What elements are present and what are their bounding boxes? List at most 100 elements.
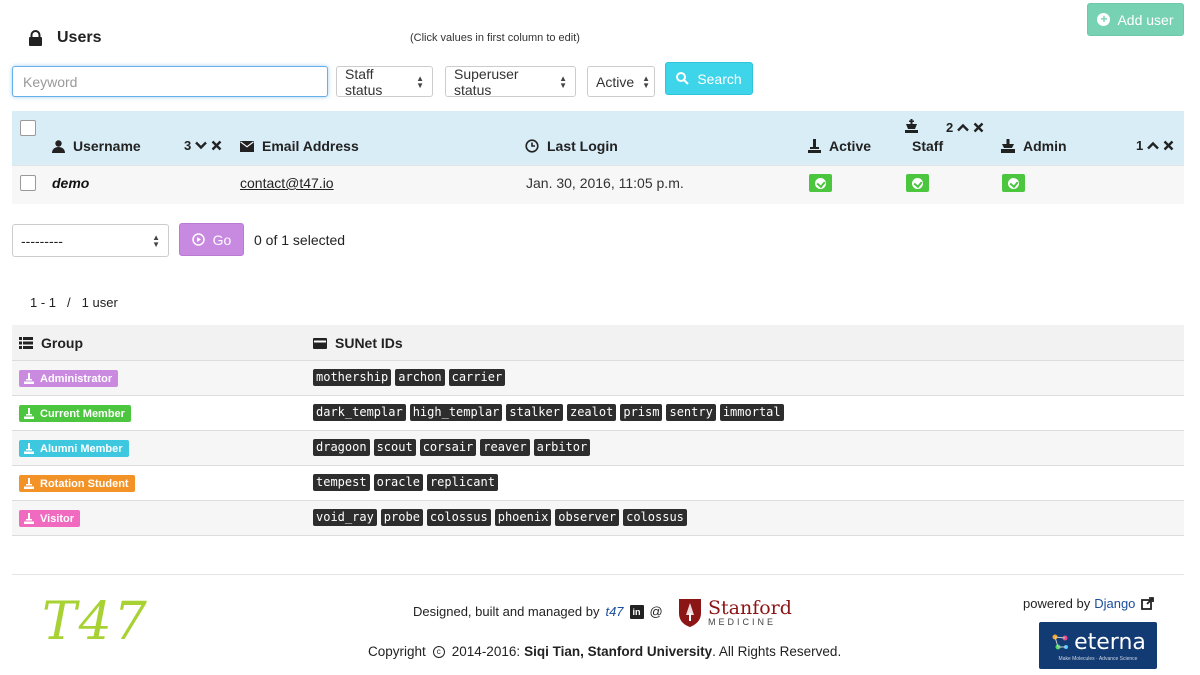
sunet-id-tag: reaver: [480, 439, 530, 456]
powered-by-line: powered by Django: [1023, 596, 1155, 611]
pawn-icon: [24, 478, 34, 489]
sunet-id-tag: corsair: [419, 439, 477, 456]
active-select[interactable]: Active ▲ ▼: [587, 66, 655, 97]
copyright-icon: c: [432, 645, 445, 658]
select-arrows-icon: ▲ ▼: [642, 73, 651, 90]
group-badge[interactable]: Rotation Student: [19, 475, 135, 492]
column-staff-label: Staff: [912, 138, 944, 154]
stanford-name: Stanford: [708, 597, 792, 619]
sunet-id-tag: archon: [395, 369, 445, 386]
page-header: Users: [28, 26, 101, 50]
stanford-medicine-logo[interactable]: Stanford MEDICINE: [678, 598, 792, 628]
group-row: Alumni Member dragoon scout corsair reaver ar…: [12, 431, 1184, 466]
go-button[interactable]: Go: [179, 223, 244, 256]
staff-status-value: Staff status: [345, 65, 383, 98]
external-link-icon[interactable]: [1141, 597, 1155, 610]
groups-table-header: Group SUNet IDs: [12, 325, 1184, 361]
search-icon: [676, 72, 690, 85]
staff-check-icon: [906, 174, 929, 192]
row-select-checkbox[interactable]: [20, 175, 36, 191]
sunet-id-tag: zealot: [566, 404, 617, 421]
pawn-icon: [24, 408, 34, 419]
group-badge-label: Visitor: [40, 512, 75, 525]
admin-icon: [1001, 139, 1015, 153]
plus-circle-icon: +: [1097, 13, 1111, 26]
chevron-up-icon[interactable]: [1147, 141, 1160, 150]
copyright-suffix: . All Rights Reserved.: [712, 644, 842, 659]
sunet-id-list: dragoon scout corsair reaver arbitor: [313, 439, 591, 456]
sunet-id-tag: phoenix: [494, 509, 552, 526]
edit-hint: (Click values in first column to edit): [410, 32, 580, 44]
group-row: Current Member dark_templar high_templar st…: [12, 396, 1184, 431]
column-email[interactable]: Email Address: [240, 138, 359, 154]
linkedin-icon[interactable]: in: [629, 604, 644, 619]
column-group: Group: [19, 335, 83, 351]
sunet-id-list: dark_templar high_templar stalker zealot pri…: [313, 404, 784, 421]
pawn-icon: [24, 373, 34, 384]
pagination-info: 1 - 1 / 1 user: [30, 295, 118, 310]
add-user-button[interactable]: + Add user: [1087, 3, 1184, 36]
column-active[interactable]: Active: [808, 138, 871, 154]
id-card-icon: [313, 337, 327, 349]
group-row: Rotation Student tempest oracle replicant: [12, 466, 1184, 501]
username-sort-priority: 3: [184, 138, 192, 153]
column-staff[interactable]: Staff: [912, 138, 943, 154]
sunet-id-tag: oracle: [373, 474, 423, 491]
sunet-id-tag: dragoon: [313, 439, 370, 456]
group-badge[interactable]: Current Member: [19, 405, 131, 422]
search-button[interactable]: Search: [665, 62, 753, 95]
username-link[interactable]: demo: [52, 175, 89, 191]
footer-divider: [12, 574, 1184, 575]
user-icon: [52, 139, 65, 153]
sunet-id-list: tempest oracle replicant: [313, 474, 498, 491]
at-symbol: @: [649, 604, 663, 619]
pagination-total: 1 user: [81, 295, 118, 310]
group-badge[interactable]: Administrator: [19, 370, 119, 387]
envelope-icon: [240, 140, 254, 152]
sunet-id-tag: replicant: [426, 474, 498, 491]
group-row: Visitor void_ray probe colossus phoenix obser…: [12, 501, 1184, 536]
select-arrows-icon: ▲ ▼: [416, 73, 424, 90]
pawn-icon: [24, 513, 34, 524]
email-link[interactable]: contact@t47.io: [240, 175, 334, 191]
staff-sort-priority: 2: [946, 120, 954, 135]
sunet-id-tag: carrier: [448, 369, 506, 386]
t47-link[interactable]: t47: [605, 604, 623, 619]
column-username[interactable]: Username: [52, 138, 141, 154]
chevron-up-icon[interactable]: [957, 123, 970, 132]
powered-text: powered by: [1023, 596, 1091, 611]
king-icon: [905, 119, 918, 133]
staff-status-select[interactable]: Staff status ▲ ▼: [336, 65, 433, 98]
close-icon[interactable]: [1163, 140, 1174, 151]
eterna-name: eterna: [1074, 629, 1146, 655]
search-label: Search: [697, 70, 742, 87]
close-icon[interactable]: [973, 122, 984, 133]
superuser-status-value: Superuser status: [454, 65, 519, 98]
active-value: Active: [596, 73, 635, 90]
sunet-id-tag: tempest: [313, 474, 370, 491]
copyright-line: Copyright c 2014-2016: Siqi Tian, Stanfo…: [368, 644, 841, 659]
bulk-action-select[interactable]: --------- ▲ ▼: [12, 224, 169, 257]
close-icon[interactable]: [211, 140, 222, 151]
column-admin[interactable]: Admin: [1001, 138, 1067, 154]
pagination-range: 1 - 1: [30, 295, 57, 310]
users-table-header: Username 3 Email Address Last Login Acti…: [12, 111, 1184, 165]
selection-count: 0 of 1 selected: [254, 232, 346, 248]
go-label: Go: [212, 231, 232, 248]
sunet-id-tag: dark_templar: [313, 404, 406, 421]
play-circle-icon: [191, 233, 205, 246]
eterna-tagline: Make Molecules · Advance Science: [1058, 655, 1138, 662]
sunet-id-tag: probe: [380, 509, 423, 526]
superuser-status-select[interactable]: Superuser status ▲ ▼: [445, 65, 576, 98]
group-badge[interactable]: Visitor: [19, 510, 81, 527]
table-row: demo contact@t47.io Jan. 30, 2016, 11:05…: [12, 165, 1184, 204]
column-last-login[interactable]: Last Login: [525, 138, 618, 154]
group-badge[interactable]: Alumni Member: [19, 440, 129, 457]
eterna-logo[interactable]: eterna Make Molecules · Advance Science: [1039, 622, 1157, 669]
django-link[interactable]: Django: [1094, 596, 1135, 611]
select-all-checkbox[interactable]: [20, 120, 36, 136]
keyword-search-input[interactable]: [12, 66, 328, 97]
chevron-down-icon[interactable]: [195, 141, 208, 150]
admin-sort-controls: 1: [1136, 138, 1174, 153]
sunet-id-tag: sentry: [666, 404, 716, 421]
